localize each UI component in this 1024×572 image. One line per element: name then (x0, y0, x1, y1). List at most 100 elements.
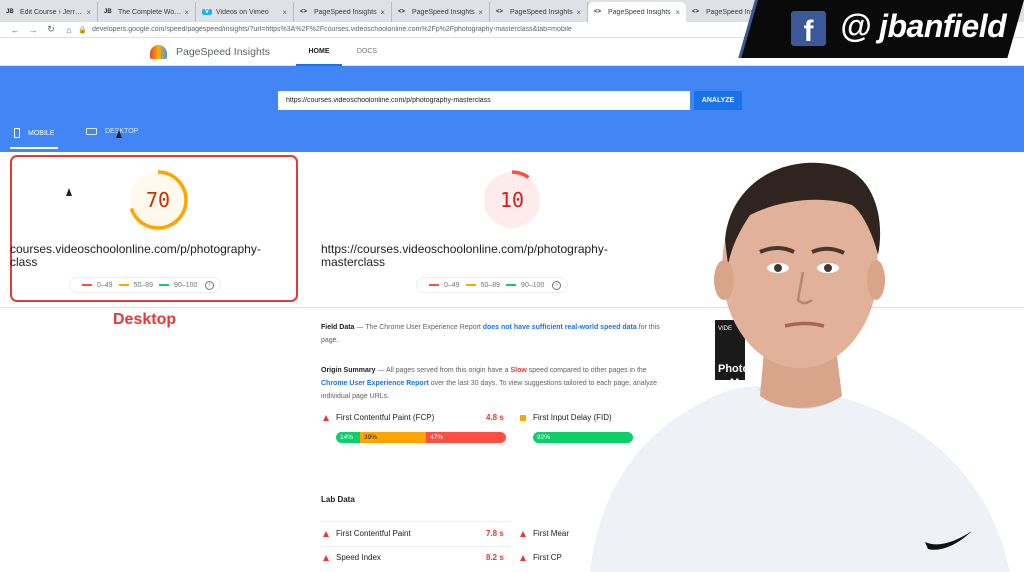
code-favicon: <> (300, 9, 308, 15)
code-favicon: <> (594, 9, 602, 15)
home-icon[interactable]: ⌂ (60, 25, 78, 35)
crux-link[interactable]: Chrome User Experience Report (321, 380, 429, 387)
facebook-icon: f (791, 11, 826, 48)
lock-icon[interactable]: 🔒 (78, 26, 92, 34)
close-tab-icon[interactable]: × (86, 8, 91, 17)
mouse-cursor-icon (116, 130, 122, 138)
origin-slow-label: Slow (510, 367, 527, 374)
social-handle: @ jbanfield (840, 8, 1007, 44)
desktop-url-line-1: courses.videoschoolonline.com/p/photogra… (10, 242, 261, 256)
fail-swatch (82, 284, 92, 286)
code-favicon: <> (692, 9, 700, 15)
tab-title: PageSpeed Insights (608, 8, 671, 16)
close-tab-icon[interactable]: × (184, 8, 189, 17)
lab-divider (321, 546, 511, 547)
pagespeed-logo-icon[interactable] (150, 45, 167, 59)
close-tab-icon[interactable]: × (380, 8, 385, 17)
mobile-score-value: 10 (499, 188, 525, 212)
mouse-cursor-icon (66, 188, 72, 196)
site-title[interactable]: PageSpeed Insights (176, 46, 270, 58)
average-swatch (465, 284, 476, 286)
phone-icon (14, 128, 20, 138)
reload-icon[interactable]: ↻ (42, 24, 60, 35)
back-icon[interactable]: ← (6, 25, 24, 35)
tab-favicon: JB (104, 9, 112, 15)
fcp-slow-segment: 47% (426, 432, 506, 443)
fail-triangle-icon (323, 554, 329, 561)
lab-fcpu-label: First CP (533, 553, 562, 562)
fail-triangle-icon (323, 530, 329, 537)
desktop-score-url: courses.videoschoolonline.com/p/photogra… (10, 243, 261, 269)
legend-fail: 0–49 (97, 281, 113, 289)
presenter-webcam-overlay: VIDE Photog Mast (590, 162, 1024, 572)
lab-data-title: Lab Data (321, 495, 355, 504)
fcp-average-segment: 39% (360, 432, 426, 443)
browser-tab[interactable]: JB Edit Course › Jerry B...× (0, 2, 98, 22)
close-tab-icon[interactable]: × (675, 8, 680, 17)
lab-fcpu-metric: First CP (520, 553, 562, 562)
average-square-icon (520, 414, 526, 421)
url-field[interactable]: developers.google.com/speed/pagespeed/in… (92, 26, 572, 33)
analyze-button[interactable]: ANALYZE (694, 91, 742, 110)
fail-triangle-icon (520, 554, 526, 561)
browser-tab[interactable]: <> PageSpeed Insights × (294, 2, 392, 22)
lab-fcp-metric: First Contentful Paint (323, 529, 411, 538)
legend-average: 50–89 (133, 281, 154, 289)
mobile-score-legend: 0–49 50–89 90–100 i (417, 278, 567, 292)
desktop-score-legend: 0–49 50–89 90–100 i (70, 278, 220, 292)
tab-mobile[interactable]: MOBILE (9, 128, 59, 149)
tab-desktop[interactable]: DESKTOP (86, 128, 138, 135)
origin-text-1: — All pages served from this origin have… (375, 367, 511, 374)
screen: { "browser": { "tabs": [ {"favicon": "JB… (0, 0, 1024, 572)
forward-icon[interactable]: → (24, 25, 42, 35)
lab-si-metric: Speed Index (323, 553, 381, 562)
legend-pass: 90–100 (521, 281, 545, 289)
fcp-field-metric: First Contentful Paint (FCP) (323, 413, 434, 422)
tab-title: PageSpeed Insights (412, 8, 475, 16)
field-data-text-1: — The Chrome User Experience Report (354, 324, 483, 331)
desktop-url-line-2: class (10, 255, 38, 269)
fcp-field-label: First Contentful Paint (FCP) (336, 413, 435, 422)
browser-tab-active[interactable]: <> PageSpeed Insights × (588, 2, 686, 22)
desktop-annotation-label: Desktop (113, 311, 177, 328)
field-data-title: Field Data (321, 324, 355, 331)
tab-favicon: JB (6, 9, 14, 15)
info-icon[interactable]: i (205, 280, 215, 290)
browser-tab[interactable]: V Videos on Vimeo × (196, 2, 294, 22)
nav-home-link[interactable]: HOME (296, 38, 342, 66)
fcp-fast-segment: 14% (336, 432, 360, 443)
vimeo-favicon: V (202, 9, 212, 15)
fcp-distribution-bar: 14% 39% 47% (336, 432, 506, 443)
lab-si-label: Speed Index (336, 553, 381, 562)
fail-swatch (429, 284, 439, 286)
legend-average: 50–89 (480, 281, 501, 289)
tab-title: PageSpeed Insights (314, 8, 377, 16)
laptop-icon (86, 128, 97, 135)
browser-tab[interactable]: JB The Complete World... × (98, 2, 196, 22)
lab-fcp-value: 7.8 s (486, 529, 504, 538)
video-card-label: VIDE (718, 326, 732, 332)
browser-tab[interactable]: <> PageSpeed Insights × (392, 2, 490, 22)
lab-divider (321, 521, 511, 522)
close-tab-icon[interactable]: × (576, 8, 581, 17)
pass-swatch (506, 284, 517, 286)
close-tab-icon[interactable]: × (282, 8, 287, 17)
tab-title: The Complete World... (118, 8, 182, 16)
tab-title: Edit Course › Jerry B... (20, 8, 83, 16)
browser-tab[interactable]: <> PageSpeed Insights × (490, 2, 588, 22)
legend-pass: 90–100 (174, 281, 198, 289)
average-swatch (118, 284, 129, 286)
lab-fcp-label: First Contentful Paint (336, 529, 411, 538)
url-input[interactable] (278, 91, 690, 110)
origin-summary-title: Origin Summary (321, 367, 376, 374)
nav-docs-link[interactable]: DOCS (352, 38, 382, 66)
search-band: ANALYZE MOBILE DESKTOP (0, 66, 1024, 152)
lab-si-value: 8.2 s (486, 553, 504, 562)
code-favicon: <> (398, 9, 406, 15)
tab-title: Videos on Vimeo (216, 8, 269, 16)
fcp-field-value: 4.8 s (486, 413, 504, 422)
close-tab-icon[interactable]: × (478, 8, 483, 17)
code-favicon: <> (496, 9, 504, 15)
desktop-score-value: 70 (145, 188, 171, 212)
tab-title: PageSpeed Insights (510, 8, 573, 16)
